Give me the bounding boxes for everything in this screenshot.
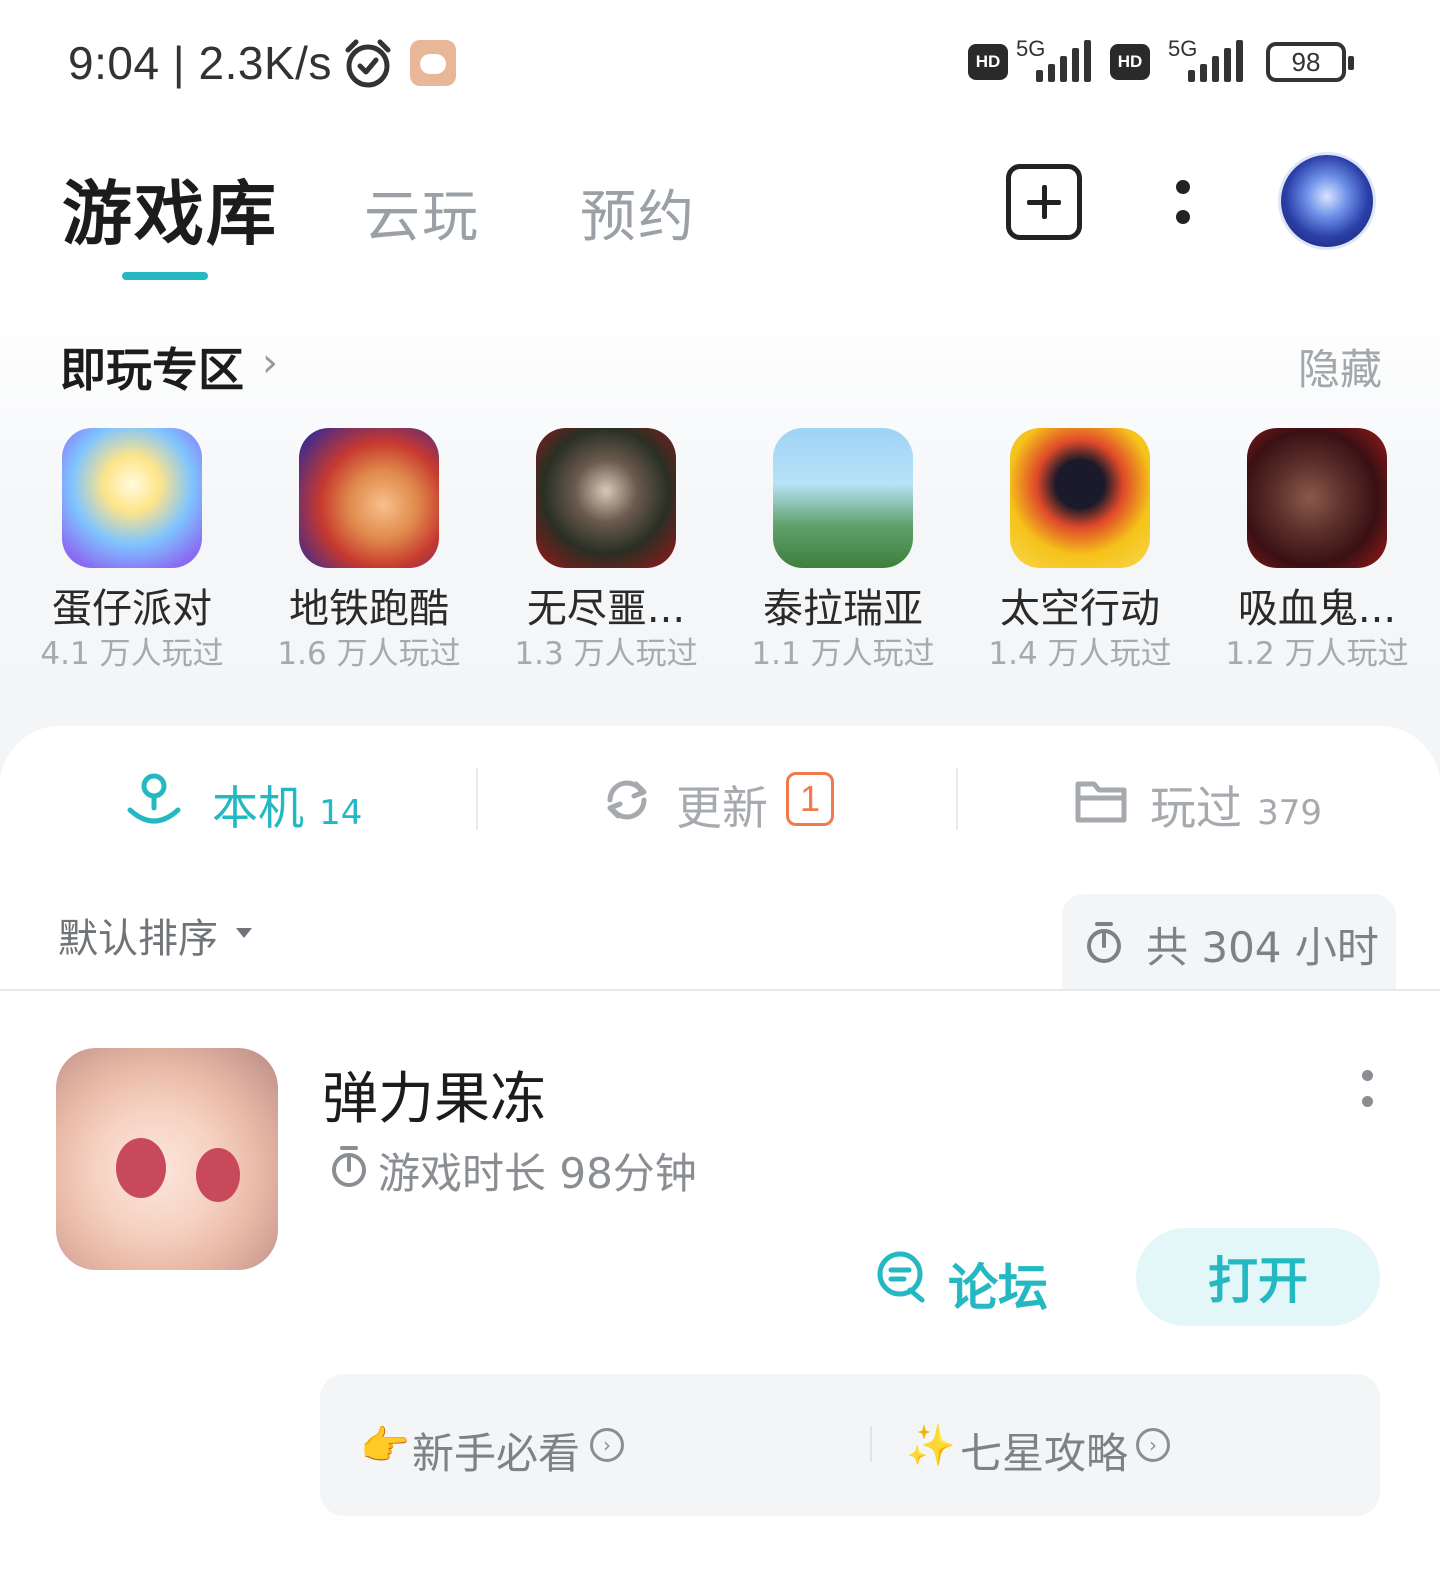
active-tab-indicator — [122, 272, 208, 280]
forum-button[interactable]: 论坛 — [948, 1248, 1048, 1320]
alarm-clock-icon — [345, 39, 391, 88]
circle-chevron-right-icon[interactable]: › — [590, 1428, 624, 1462]
forum-chat-icon[interactable] — [874, 1250, 930, 1304]
local-device-icon — [127, 773, 181, 824]
game-name: 蛋仔派对 — [52, 586, 212, 632]
game-name: 吸血鬼... — [1237, 586, 1397, 632]
game-icon — [1247, 428, 1387, 568]
instant-game-tile[interactable]: 太空行动 1.4 万人玩过 — [962, 428, 1198, 678]
hd-badge-2: HD — [1110, 44, 1150, 80]
game-title: 弹力果冻 — [322, 1067, 546, 1132]
game-plays: 1.1 万人玩过 — [751, 636, 935, 672]
pointing-hand-icon: 👉 — [360, 1423, 410, 1469]
game-icon — [62, 428, 202, 568]
add-game-button[interactable] — [1006, 164, 1082, 240]
instant-game-tile[interactable]: 吸血鬼... 1.2 万人玩过 — [1199, 428, 1435, 678]
chevron-right-icon[interactable]: › — [262, 340, 278, 386]
game-plays: 1.3 万人玩过 — [514, 636, 698, 672]
eye-shape — [196, 1148, 240, 1202]
more-options-icon[interactable] — [1168, 176, 1198, 230]
battery-level: 98 — [1291, 47, 1321, 77]
divider-line — [0, 989, 1440, 991]
status-bar: 9:04 | 2.3K/s HD 5G HD 5G 98 — [0, 0, 1440, 120]
signal-strength-icon — [1036, 40, 1091, 82]
game-name: 无尽噩... — [526, 586, 686, 632]
instant-play-title[interactable]: 即玩专区 — [60, 334, 244, 400]
battery-icon: 98 — [1266, 42, 1354, 82]
game-icon — [536, 428, 676, 568]
signal-strength-icon-2 — [1188, 40, 1243, 82]
eye-shape — [116, 1138, 166, 1198]
tab-reservation[interactable]: 预约 — [580, 172, 696, 253]
tab-game-library[interactable]: 游戏库 — [62, 158, 278, 259]
folder-icon — [1075, 781, 1127, 823]
segment-update[interactable]: 更新 — [676, 772, 768, 835]
hd-badge-1: HD — [968, 44, 1008, 80]
circle-chevron-right-icon[interactable]: › — [1136, 1428, 1170, 1462]
instant-game-tile[interactable]: 泰拉瑞亚 1.1 万人玩过 — [725, 428, 961, 678]
instant-game-tile[interactable]: 无尽噩... 1.3 万人玩过 — [488, 428, 724, 678]
game-name: 地铁跑酷 — [289, 586, 449, 632]
segment-local-label: 本机 — [212, 781, 304, 835]
segment-played-count: 379 — [1257, 793, 1322, 833]
game-plays: 1.6 万人玩过 — [277, 636, 461, 672]
game-icon — [773, 428, 913, 568]
item-more-icon[interactable] — [1356, 1066, 1380, 1114]
tip-beginner-guide[interactable]: 新手必看 — [412, 1420, 580, 1481]
update-count-badge: 1 — [786, 772, 834, 826]
instant-game-tile[interactable]: 蛋仔派对 4.1 万人玩过 — [14, 428, 250, 678]
game-playtime: 游戏时长 98分钟 — [378, 1149, 697, 1198]
segment-played[interactable]: 玩过 379 — [1150, 772, 1322, 835]
app-notification-icon — [410, 40, 456, 86]
refresh-icon — [607, 780, 647, 820]
stopwatch-icon — [1087, 922, 1121, 963]
game-plays: 4.1 万人玩过 — [40, 636, 224, 672]
status-time: 9:04 | 2.3K/s — [68, 37, 332, 89]
game-plays: 1.4 万人玩过 — [988, 636, 1172, 672]
tips-divider — [870, 1426, 872, 1462]
segment-divider — [476, 768, 478, 830]
stopwatch-icon — [332, 1146, 366, 1187]
sort-dropdown[interactable]: 默认排序 — [58, 906, 218, 964]
sparkles-icon: ✨ — [906, 1423, 956, 1469]
game-name: 太空行动 — [1000, 586, 1160, 632]
segment-update-label: 更新 — [676, 781, 768, 835]
caret-down-icon[interactable] — [236, 928, 252, 938]
segment-local-count: 14 — [319, 793, 363, 833]
open-game-button[interactable]: 打开 — [1136, 1228, 1380, 1326]
segment-divider — [956, 768, 958, 830]
segment-played-label: 玩过 — [1150, 781, 1242, 835]
user-avatar[interactable] — [1278, 152, 1376, 250]
game-icon[interactable] — [56, 1048, 278, 1270]
tab-cloud-play[interactable]: 云玩 — [364, 172, 480, 253]
tip-strategy-guide[interactable]: 七星攻略 — [960, 1420, 1128, 1481]
hide-section-button[interactable]: 隐藏 — [1298, 336, 1382, 397]
game-icon — [1010, 428, 1150, 568]
game-plays: 1.2 万人玩过 — [1225, 636, 1409, 672]
game-name: 泰拉瑞亚 — [763, 586, 923, 632]
game-icon — [299, 428, 439, 568]
segment-local[interactable]: 本机 14 — [212, 772, 363, 835]
total-play-time: 共 304 小时 — [1146, 923, 1379, 972]
instant-game-tile[interactable]: 地铁跑酷 1.6 万人玩过 — [251, 428, 487, 678]
